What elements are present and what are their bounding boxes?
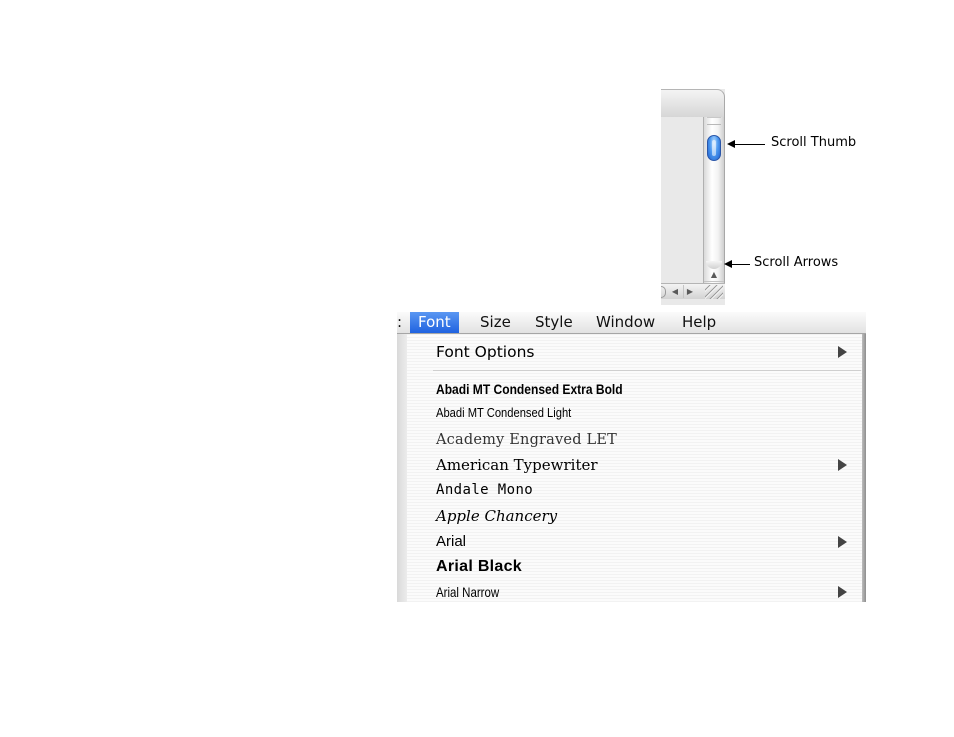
menu-item-abadi-mt-condensed-extra-bold[interactable]: Abadi MT Condensed Extra Bold (436, 377, 623, 401)
menu-item-apple-chancery[interactable]: Apple Chancery (436, 504, 557, 528)
menu-item-arial[interactable]: Arial (436, 530, 466, 554)
menu-item-arial-black[interactable]: Arial Black (436, 555, 522, 579)
scroll-right-arrow[interactable]: ▶ (683, 285, 696, 298)
menu-style[interactable]: Style (527, 312, 581, 333)
dropdown-right-edge (862, 334, 866, 602)
menu-item-font-options[interactable]: Font Options (436, 340, 534, 364)
submenu-arrow-icon (838, 459, 847, 471)
font-menu-dropdown: Font Options Abadi MT Condensed Extra Bo… (397, 334, 866, 602)
menu-size[interactable]: Size (472, 312, 519, 333)
menu-title-partial[interactable]: : (389, 312, 410, 333)
resize-grip-icon[interactable] (705, 285, 723, 299)
submenu-arrow-icon (838, 346, 847, 358)
scroll-up-arrow[interactable]: ▲ (704, 269, 724, 281)
submenu-arrow-icon (838, 586, 847, 598)
scroll-arrows-callout: Scroll Arrows (754, 255, 839, 270)
scroll-thumb-callout: Scroll Thumb (771, 135, 857, 150)
horizontal-scrollbar-cap (661, 286, 666, 298)
menu-help[interactable]: Help (674, 312, 724, 333)
menu-window[interactable]: Window (588, 312, 663, 333)
window-title-strip (661, 89, 725, 117)
submenu-arrow-icon (838, 536, 847, 548)
menu-item-abadi-mt-condensed-light[interactable]: Abadi MT Condensed Light (436, 401, 571, 425)
scroll-arrows-leader-line (730, 264, 750, 265)
menu-item-academy-engraved-let[interactable]: Academy Engraved LET (436, 428, 617, 452)
scroll-thumb-leader-line (733, 144, 765, 145)
menu-item-american-typewriter[interactable]: American Typewriter (436, 453, 598, 477)
window-corner: ▲ ▼ ◀ ▶ (661, 89, 725, 305)
scrollbar-track-top (707, 117, 721, 125)
scroll-left-arrow[interactable]: ◀ (669, 285, 681, 298)
scroll-thumb[interactable] (707, 135, 721, 161)
menu-bar: : Font Size Style Window Help (397, 312, 866, 334)
menu-item-arial-narrow[interactable]: Arial Narrow (436, 580, 499, 602)
dropdown-left-edge (397, 334, 407, 602)
menu-item-andale-mono[interactable]: Andale Mono (436, 478, 533, 502)
scrollbar-track-end (706, 261, 722, 269)
menu-separator (433, 370, 861, 371)
vertical-scrollbar[interactable]: ▲ ▼ (703, 117, 725, 292)
menu-font[interactable]: Font (410, 312, 459, 333)
